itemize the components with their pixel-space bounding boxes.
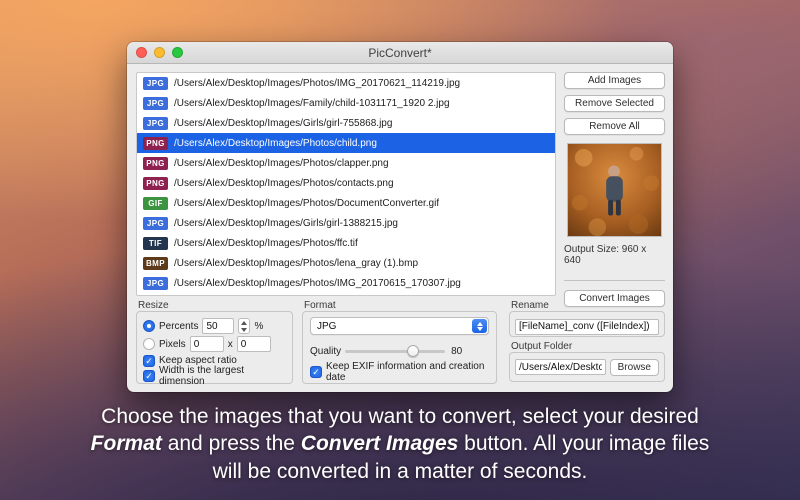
- file-path: /Users/Alex/Desktop/Images/Girls/girl-13…: [174, 217, 398, 229]
- quality-slider-knob[interactable]: [407, 345, 420, 357]
- right-panel: Add Images Remove Selected Remove All Ou…: [564, 72, 665, 313]
- file-row[interactable]: JPG/Users/Alex/Desktop/Images/Photos/IMG…: [137, 273, 555, 293]
- percents-stepper[interactable]: [238, 318, 251, 334]
- file-path: /Users/Alex/Desktop/Images/Photos/contac…: [174, 177, 394, 189]
- file-path: /Users/Alex/Desktop/Images/Photos/clappe…: [174, 157, 389, 169]
- file-path: /Users/Alex/Desktop/Images/Photos/lena_g…: [174, 257, 418, 269]
- file-path: /Users/Alex/Desktop/Images/Girls/girl-75…: [174, 117, 393, 129]
- resize-group: Percents % Pixels x Keep aspect ratio Wi…: [136, 311, 293, 387]
- file-path: /Users/Alex/Desktop/Images/Photos/child.…: [174, 137, 377, 149]
- file-type-badge: JPG: [143, 276, 168, 290]
- width-largest-checkbox[interactable]: [143, 369, 155, 382]
- pixels-width-input[interactable]: [189, 336, 224, 352]
- file-row[interactable]: JPG/Users/Alex/Desktop/Images/Family/chi…: [137, 93, 555, 113]
- file-path: /Users/Alex/Desktop/Images/Family/child-…: [174, 97, 450, 109]
- file-row[interactable]: PNG/Users/Alex/Desktop/Images/Photos/con…: [137, 173, 555, 193]
- window-title: PicConvert*: [368, 46, 432, 60]
- keep-exif-label: Keep EXIF information and creation date: [326, 360, 485, 383]
- remove-all-button[interactable]: Remove All: [564, 118, 665, 135]
- width-largest-label: Width is the largest dimension: [159, 364, 245, 387]
- quality-value: 80: [451, 345, 463, 357]
- file-row[interactable]: PNG/Users/Alex/Desktop/Images/Photos/chi…: [137, 133, 555, 153]
- percents-label: Percents: [159, 320, 199, 332]
- add-images-button[interactable]: Add Images: [564, 72, 665, 89]
- browse-button[interactable]: Browse: [609, 358, 659, 376]
- sidebar-divider: [564, 280, 665, 281]
- slider-track: [345, 350, 446, 353]
- file-type-badge: PNG: [143, 156, 168, 170]
- rename-group-label: Rename: [511, 300, 549, 311]
- caption-line-3: will be converted in a matter of seconds…: [212, 459, 588, 483]
- format-select[interactable]: JPG: [310, 317, 489, 335]
- file-type-badge: TIF: [143, 236, 168, 250]
- file-type-badge: JPG: [143, 116, 168, 130]
- output-folder-group-label: Output Folder: [511, 341, 573, 352]
- rename-group: [509, 311, 665, 337]
- file-row[interactable]: GIF/Users/Alex/Desktop/Images/Photos/Doc…: [137, 193, 555, 213]
- quality-slider[interactable]: [345, 344, 446, 358]
- file-type-badge: GIF: [143, 196, 168, 210]
- percents-input[interactable]: [202, 318, 235, 334]
- percent-symbol: %: [254, 320, 264, 332]
- file-type-badge: PNG: [143, 136, 168, 150]
- file-row[interactable]: BMP/Users/Alex/Desktop/Images/Photos/len…: [137, 253, 555, 273]
- file-row[interactable]: JPG/Users/Alex/Desktop/Images/Photos/IMG…: [137, 73, 555, 93]
- remove-selected-button[interactable]: Remove Selected: [564, 95, 665, 112]
- output-folder-group: Browse: [509, 352, 665, 382]
- file-type-badge: JPG: [143, 216, 168, 230]
- convert-images-button[interactable]: Convert Images: [564, 290, 665, 307]
- output-folder-input[interactable]: [515, 359, 606, 375]
- picconvert-window: PicConvert* JPG/Users/Alex/Desktop/Image…: [127, 42, 673, 392]
- output-size-label: Output Size: 960 x 640: [564, 244, 647, 266]
- file-type-badge: BMP: [143, 256, 168, 270]
- format-selected-value: JPG: [317, 320, 337, 332]
- pixels-separator: x: [227, 338, 233, 350]
- resize-group-label: Resize: [138, 300, 169, 311]
- file-path: /Users/Alex/Desktop/Images/Photos/IMG_20…: [174, 77, 461, 89]
- titlebar[interactable]: PicConvert*: [127, 42, 673, 64]
- file-type-badge: JPG: [143, 96, 168, 110]
- percents-radio[interactable]: [143, 320, 155, 332]
- file-path: /Users/Alex/Desktop/Images/Photos/IMG_20…: [174, 277, 461, 289]
- format-group: JPG Quality 80 Keep EXIF information and…: [302, 311, 497, 384]
- file-list[interactable]: JPG/Users/Alex/Desktop/Images/Photos/IMG…: [136, 72, 556, 296]
- file-row[interactable]: JPG/Users/Alex/Desktop/Images/Girls/girl…: [137, 113, 555, 133]
- keep-aspect-checkbox[interactable]: [143, 354, 155, 367]
- format-group-label: Format: [304, 300, 336, 311]
- pixels-label: Pixels: [159, 338, 186, 350]
- file-row[interactable]: PNG/Users/Alex/Desktop/Images/Photos/cla…: [137, 153, 555, 173]
- caption-line-1: Choose the images that you want to conve…: [101, 405, 699, 428]
- pixels-radio[interactable]: [143, 338, 155, 350]
- quality-label: Quality: [310, 345, 342, 357]
- file-path: /Users/Alex/Desktop/Images/Photos/ffc.ti…: [174, 237, 358, 249]
- pixels-height-input[interactable]: [236, 336, 271, 352]
- file-path: /Users/Alex/Desktop/Images/Photos/Docume…: [174, 197, 440, 209]
- file-type-badge: JPG: [143, 76, 168, 90]
- rename-pattern-input[interactable]: [515, 318, 659, 335]
- file-row[interactable]: TIF/Users/Alex/Desktop/Images/Photos/ffc…: [137, 233, 555, 253]
- file-row[interactable]: JPG/Users/Alex/Desktop/Images/Girls/girl…: [137, 213, 555, 233]
- caption-line-2: Format and press the Convert Images butt…: [90, 432, 710, 456]
- dropdown-arrows-icon: [472, 319, 487, 333]
- preview-image: [567, 143, 662, 237]
- file-type-badge: PNG: [143, 176, 168, 190]
- keep-exif-checkbox[interactable]: [310, 365, 322, 378]
- caption: Choose the images that you want to conve…: [0, 403, 800, 485]
